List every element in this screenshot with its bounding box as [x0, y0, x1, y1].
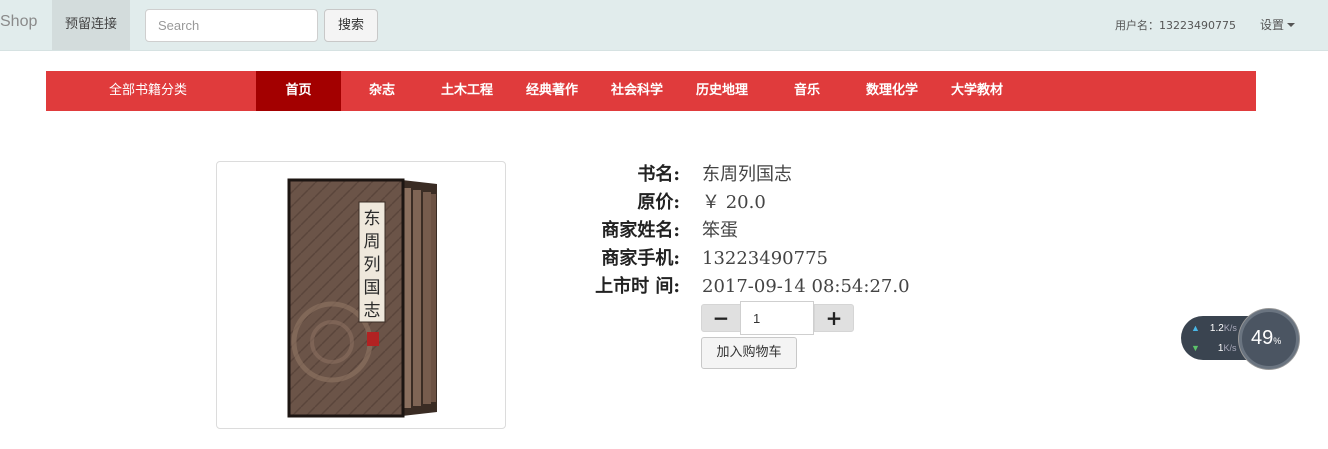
field-price-label: 原价: — [637, 192, 680, 213]
cover-title-char-2: 周 — [364, 232, 381, 252]
usage-percent: 49% — [1251, 327, 1281, 350]
upload-value: 1.2 — [1209, 323, 1224, 334]
cover-title-char-4: 国 — [364, 278, 381, 298]
quantity-input[interactable] — [740, 301, 814, 335]
category-music[interactable]: 音乐 — [771, 71, 843, 111]
download-unit: K/s — [1223, 343, 1237, 353]
category-history-geography[interactable]: 历史地理 — [686, 71, 758, 111]
category-textbooks[interactable]: 大学教材 — [941, 71, 1013, 111]
category-civil-engineering[interactable]: 土木工程 — [431, 71, 503, 111]
reserved-link-tab[interactable]: 预留连接 — [52, 0, 130, 50]
quantity-decrement-button[interactable]: − — [701, 304, 741, 332]
product-image: 东 周 列 国 志 — [216, 161, 506, 429]
field-price-value: ￥ 20.0 — [702, 192, 766, 213]
field-seller-phone-label: 商家手机: — [601, 248, 680, 269]
download-speed: ▼ 1K/s — [1191, 343, 1237, 354]
upload-arrow-icon: ▲ — [1191, 323, 1200, 333]
category-math-science[interactable]: 数理化学 — [856, 71, 928, 111]
usage-percent-value: 49 — [1251, 327, 1274, 349]
field-release-time-label: 上市时 间: — [595, 276, 680, 297]
field-release-time-value: 2017-09-14 08:54:27.0 — [702, 276, 910, 297]
field-seller-phone-value: 13223490775 — [702, 248, 828, 269]
field-title-row: 书名: 东周列国志 — [560, 161, 792, 189]
field-release-time-row: 上市时 间: 2017-09-14 08:54:27.0 — [560, 273, 909, 301]
field-seller-name-row: 商家姓名: 笨蛋 — [560, 217, 738, 245]
field-seller-name-value: 笨蛋 — [702, 220, 738, 241]
category-classics[interactable]: 经典著作 — [516, 71, 588, 111]
download-arrow-icon: ▼ — [1191, 343, 1200, 353]
usage-gauge[interactable]: 49% — [1239, 309, 1299, 369]
book-box-illustration: 东 周 列 国 志 — [287, 178, 437, 418]
usage-percent-unit: % — [1273, 336, 1282, 346]
category-magazine[interactable]: 杂志 — [346, 71, 418, 111]
top-navbar: Shop 预留连接 搜索 用户名：13223490775 设置 — [0, 0, 1328, 51]
category-social-science[interactable]: 社会科学 — [601, 71, 673, 111]
username-label: 用户名：13223490775 — [1115, 19, 1236, 32]
search-button[interactable]: 搜索 — [324, 9, 378, 42]
cover-title-char-1: 东 — [364, 209, 381, 229]
cover-title-char-5: 志 — [364, 301, 381, 321]
brand-logo[interactable]: Shop — [0, 13, 37, 31]
search-input[interactable] — [145, 9, 318, 42]
upload-unit: K/s — [1223, 323, 1237, 333]
field-title-value: 东周列国志 — [702, 164, 792, 185]
cover-title-char-3: 列 — [364, 255, 381, 275]
all-categories-link[interactable]: 全部书籍分类 — [109, 71, 187, 111]
category-home[interactable]: 首页 — [256, 71, 341, 111]
settings-dropdown[interactable]: 设置 — [1260, 16, 1296, 33]
field-seller-name-label: 商家姓名: — [601, 220, 680, 241]
quantity-increment-button[interactable]: + — [814, 304, 854, 332]
caret-down-icon — [1287, 23, 1296, 27]
field-seller-phone-row: 商家手机: 13223490775 — [560, 245, 828, 273]
add-to-cart-button[interactable]: 加入购物车 — [701, 337, 797, 369]
upload-speed: ▲ 1.2K/s — [1191, 323, 1237, 334]
field-price-row: 原价: ￥ 20.0 — [560, 189, 765, 217]
category-bar: 全部书籍分类 首页 杂志 土木工程 经典著作 社会科学 历史地理 音乐 数理化学… — [46, 71, 1256, 111]
field-title-label: 书名: — [637, 164, 680, 185]
settings-label: 设置 — [1260, 18, 1285, 32]
